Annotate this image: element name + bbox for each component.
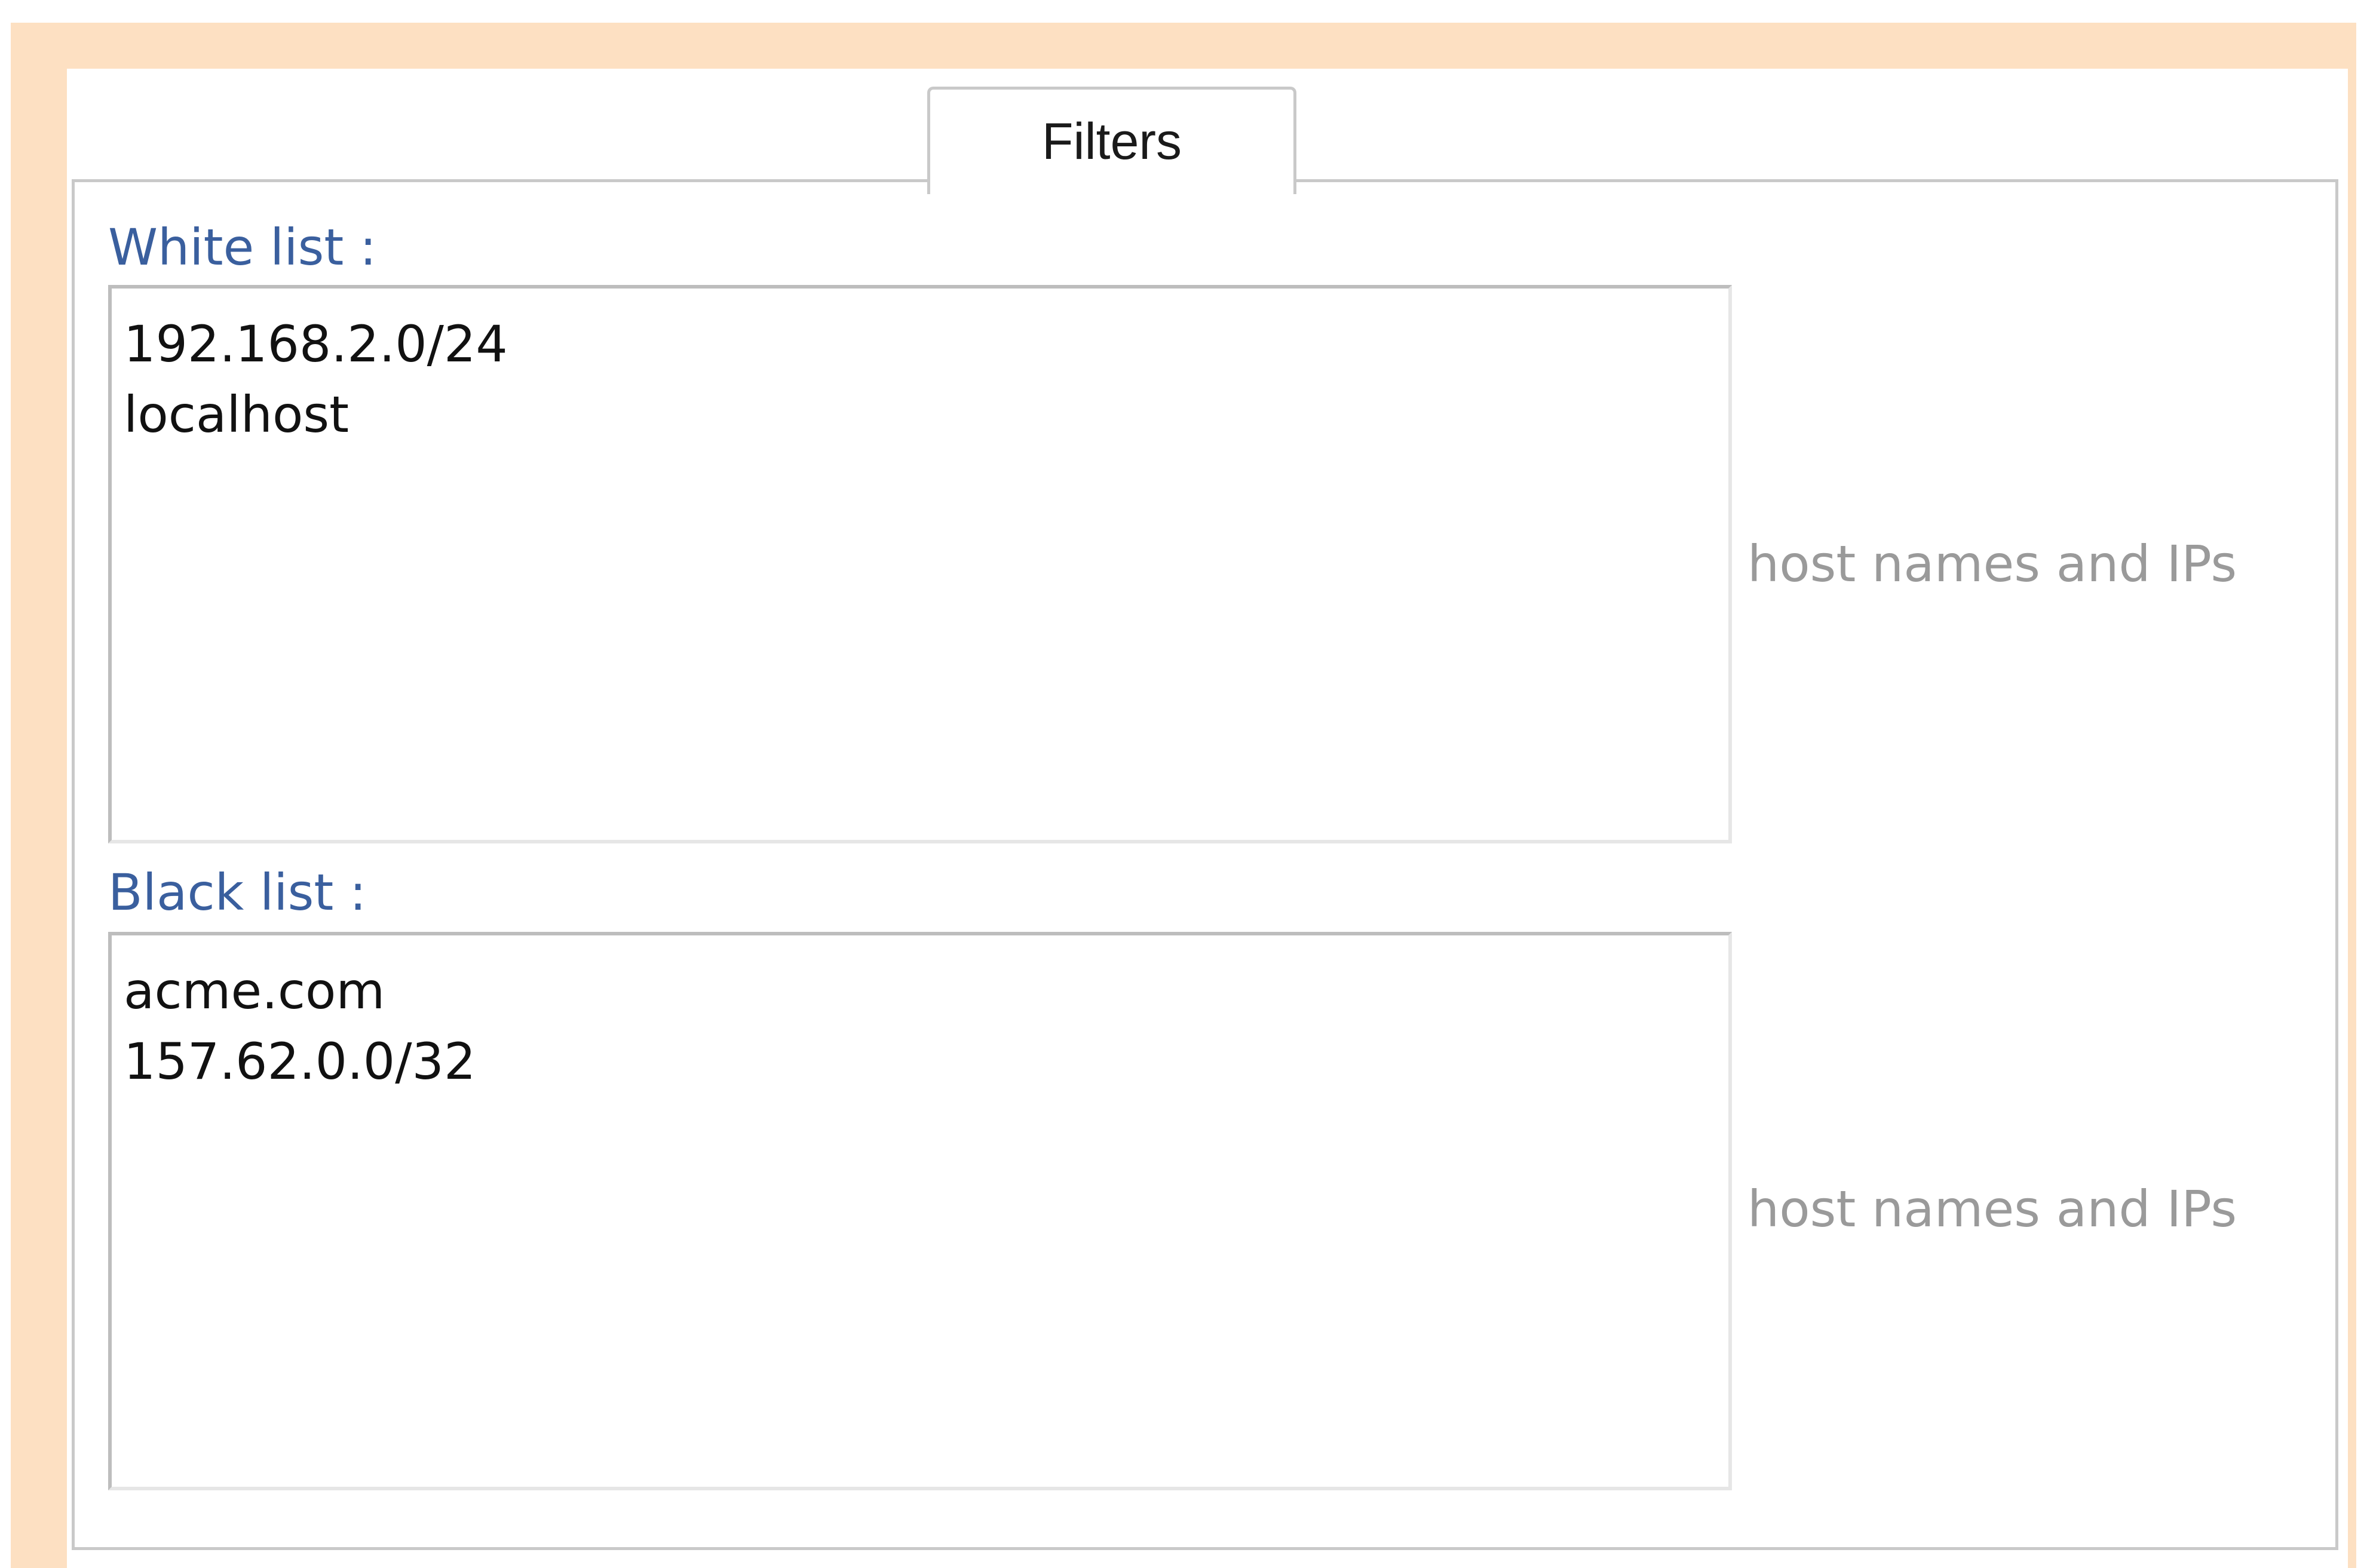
black-list-hint: host names and IPs <box>1747 1180 2237 1238</box>
black-list-textarea[interactable]: acme.com 157.62.0.0/32 <box>108 932 1732 1490</box>
black-list-label: Black list : <box>108 863 367 922</box>
filters-panel: White list : 192.168.2.0/24 localhost ho… <box>72 179 2338 1550</box>
white-list-entry: 192.168.2.0/24 <box>124 315 508 373</box>
tab-filters[interactable]: Filters <box>927 87 1296 194</box>
black-list-entry: 157.62.0.0/32 <box>124 1032 476 1091</box>
settings-container: Filters White list : 192.168.2.0/24 loca… <box>67 69 2348 1568</box>
black-list-entry: acme.com <box>124 962 385 1020</box>
white-list-entry: localhost <box>124 385 349 444</box>
white-list-label: White list : <box>108 218 377 277</box>
white-list-textarea[interactable]: 192.168.2.0/24 localhost <box>108 285 1732 843</box>
outer-frame: Filters White list : 192.168.2.0/24 loca… <box>11 23 2356 1568</box>
white-list-hint: host names and IPs <box>1747 535 2237 593</box>
